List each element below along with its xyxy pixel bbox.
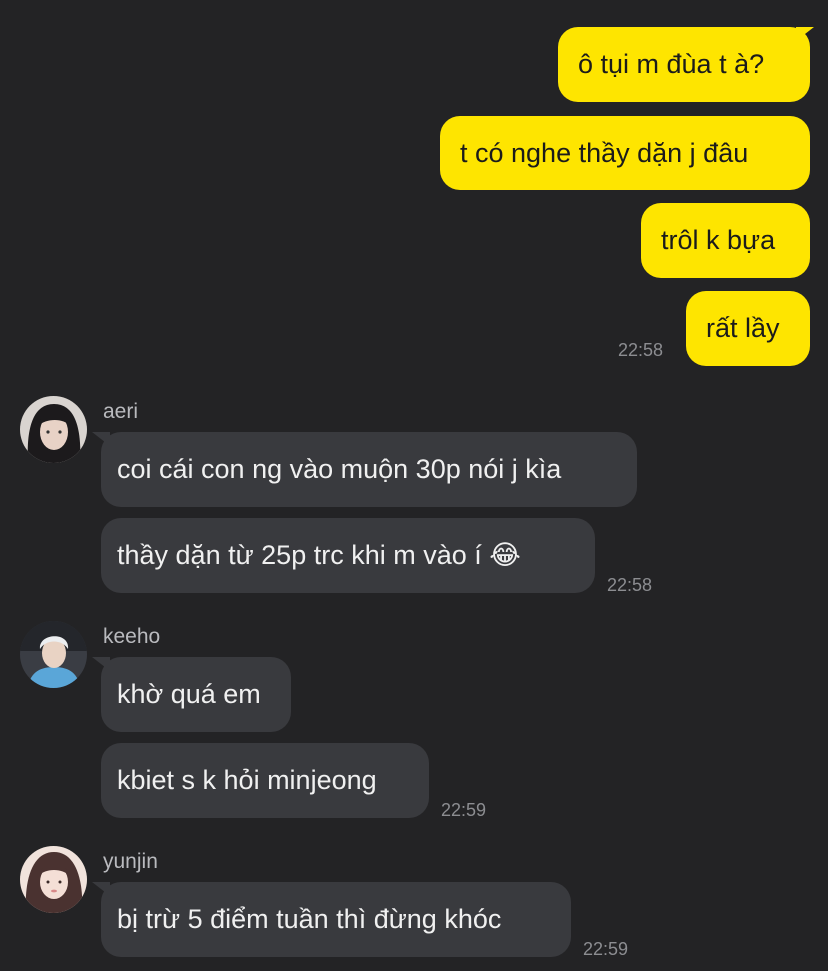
message-text: kbiet s k hỏi minjeong xyxy=(117,765,377,795)
message-timestamp: 22:58 xyxy=(618,340,664,360)
message-text: coi cái con ng vào muộn 30p nói j kìa xyxy=(117,454,562,484)
yunjin-avatar-photo[interactable] xyxy=(20,846,87,913)
message-timestamp: 22:58 xyxy=(607,575,653,595)
incoming-message[interactable]: khờ quá em xyxy=(101,657,291,732)
incoming-message[interactable]: kbiet s k hỏi minjeong xyxy=(101,743,429,818)
incoming-message[interactable]: thầy dặn từ 25p trc khi m vào í 😂 xyxy=(101,518,595,593)
message-text: bị trừ 5 điểm tuần thì đừng khóc xyxy=(117,904,502,934)
incoming-message[interactable]: coi cái con ng vào muộn 30p nói j kìa xyxy=(101,432,637,507)
message-timestamp: 22:59 xyxy=(583,939,629,959)
sender-name: keeho xyxy=(103,625,161,648)
message-text: ô tụi m đùa t à? xyxy=(578,49,765,79)
aeri-avatar-photo[interactable] xyxy=(20,396,87,463)
message-timestamp: 22:59 xyxy=(441,800,487,820)
outgoing-message[interactable]: rất lầy xyxy=(686,291,810,366)
keeho-avatar-photo[interactable] xyxy=(20,621,87,688)
incoming-message[interactable]: bị trừ 5 điểm tuần thì đừng khóc xyxy=(101,882,571,957)
sender-name: yunjin xyxy=(103,850,158,873)
message-text: khờ quá em xyxy=(117,679,261,709)
message-text: rất lầy xyxy=(706,313,780,343)
bubble-tail xyxy=(92,432,110,446)
message-text: thầy dặn từ 25p trc khi m vào í 😂 xyxy=(117,540,521,570)
outgoing-message[interactable]: t có nghe thầy dặn j đâu xyxy=(440,116,810,190)
bubble-tail xyxy=(796,27,814,41)
bubble-tail xyxy=(92,657,110,671)
message-text: t có nghe thầy dặn j đâu xyxy=(460,137,749,168)
outgoing-message[interactable]: ô tụi m đùa t à? xyxy=(558,27,810,102)
sender-name: aeri xyxy=(103,400,139,423)
message-text: trôl k bựa xyxy=(661,225,776,255)
outgoing-message[interactable]: trôl k bựa xyxy=(641,203,810,278)
bubble-tail xyxy=(92,882,110,896)
